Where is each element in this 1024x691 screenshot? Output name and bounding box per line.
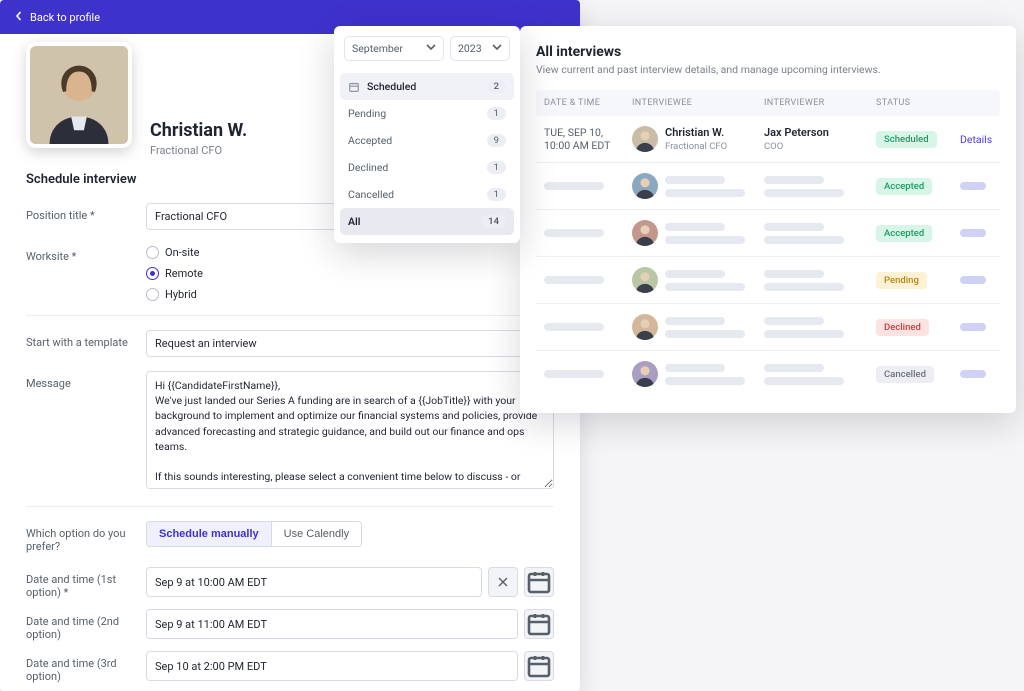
chevron-left-icon (14, 11, 30, 24)
status-badge: Accepted (876, 225, 932, 242)
message-textarea[interactable] (146, 371, 554, 489)
chevron-down-icon (492, 42, 502, 55)
filter-count: 1 (487, 188, 506, 201)
dt3-input[interactable]: Sep 10 at 2:00 PM EDT (146, 651, 518, 681)
dt2-input[interactable]: Sep 9 at 11:00 AM EDT (146, 609, 518, 639)
option-pref-label: Which option do you prefer? (26, 521, 146, 553)
status-badge: Scheduled (876, 131, 937, 148)
candidate-name: Christian W. (150, 120, 247, 141)
filter-cancelled[interactable]: Cancelled1 (340, 181, 514, 208)
calendar-icon (348, 81, 360, 93)
dt2-calendar-button[interactable] (524, 609, 554, 639)
col-date: DATE & TIME (544, 98, 628, 108)
dt3-calendar-button[interactable] (524, 651, 554, 681)
avatar (632, 173, 658, 199)
table-row: Cancelled (536, 351, 1000, 397)
worksite-onsite-radio[interactable]: On-site (146, 246, 554, 259)
table-row: Declined (536, 304, 1000, 351)
filter-accepted[interactable]: Accepted9 (340, 127, 514, 154)
radio-icon (146, 246, 159, 259)
all-interviews-panel: All interviews View current and past int… (520, 26, 1016, 413)
template-label: Start with a template (26, 330, 146, 349)
worksite-remote-radio[interactable]: Remote (146, 267, 554, 280)
dt1-clear-button[interactable] (488, 567, 518, 597)
message-label: Message (26, 371, 146, 390)
filter-scheduled[interactable]: Scheduled2 (340, 73, 514, 100)
avatar (632, 267, 658, 293)
filter-pending[interactable]: Pending1 (340, 100, 514, 127)
avatar (632, 126, 658, 152)
avatar (632, 220, 658, 246)
position-label: Position title * (26, 203, 146, 222)
candidate-avatar (26, 42, 132, 148)
col-status: STATUS (876, 98, 956, 108)
filter-all[interactable]: All14 (340, 208, 514, 235)
filter-count: 14 (481, 215, 506, 228)
dt3-label: Date and time (3rd option) (26, 651, 146, 683)
details-placeholder (960, 323, 986, 331)
table-header: DATE & TIME INTERVIEWEE INTERVIEWER STAT… (536, 90, 1000, 116)
filter-count: 1 (487, 107, 506, 120)
details-link[interactable]: Details (960, 133, 992, 146)
template-select[interactable]: Request an interview (146, 330, 554, 357)
table-row: Accepted (536, 210, 1000, 257)
table-row: Accepted (536, 163, 1000, 210)
worksite-label: Worksite * (26, 244, 146, 263)
filter-declined[interactable]: Declined1 (340, 154, 514, 181)
col-interviewee: INTERVIEWEE (632, 98, 760, 108)
status-badge: Declined (876, 319, 929, 336)
all-interviews-title: All interviews (536, 44, 1000, 60)
details-placeholder (960, 182, 986, 190)
schedule-manually-button[interactable]: Schedule manually (147, 522, 271, 546)
dt1-label: Date and time (1st option) * (26, 567, 146, 599)
radio-icon (146, 267, 159, 280)
avatar (632, 314, 658, 340)
all-interviews-subtitle: View current and past interview details,… (536, 63, 1000, 76)
use-calendly-button[interactable]: Use Calendly (271, 522, 361, 546)
filter-count: 1 (487, 161, 506, 174)
candidate-role: Fractional CFO (150, 144, 222, 157)
status-badge: Pending (876, 272, 927, 289)
worksite-hybrid-radio[interactable]: Hybrid (146, 288, 554, 301)
table-row: TUE, SEP 10,10:00 AM EDTChristian W.Frac… (536, 116, 1000, 163)
col-interviewer: INTERVIEWER (764, 98, 872, 108)
details-placeholder (960, 229, 986, 237)
dt1-calendar-button[interactable] (524, 567, 554, 597)
dt2-label: Date and time (2nd option) (26, 609, 146, 641)
back-label: Back to profile (30, 11, 100, 24)
month-select[interactable]: September (344, 36, 444, 61)
status-badge: Cancelled (876, 366, 934, 383)
chevron-down-icon (426, 42, 436, 55)
filter-count: 2 (487, 80, 506, 93)
details-placeholder (960, 370, 986, 378)
year-select[interactable]: 2023 (450, 36, 510, 61)
interview-filter-popover: September 2023 Scheduled2Pending1Accepte… (334, 26, 520, 243)
schedule-mode-segmented: Schedule manually Use Calendly (146, 521, 362, 547)
avatar (632, 361, 658, 387)
dt1-input[interactable]: Sep 9 at 10:00 AM EDT (146, 567, 482, 597)
radio-icon (146, 288, 159, 301)
filter-count: 9 (487, 134, 506, 147)
details-placeholder (960, 276, 986, 284)
status-badge: Accepted (876, 178, 932, 195)
table-row: Pending (536, 257, 1000, 304)
